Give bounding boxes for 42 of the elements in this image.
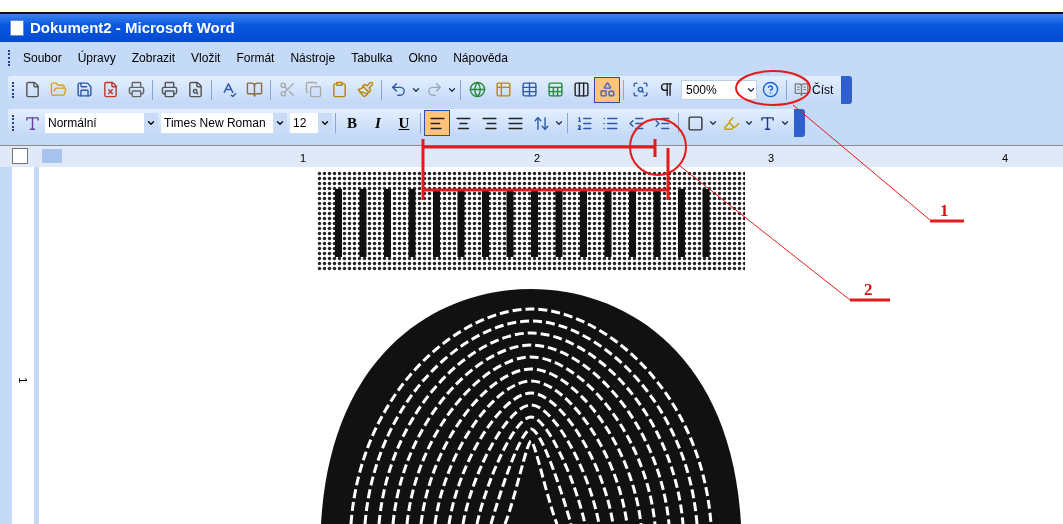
caret-icon[interactable] — [411, 85, 421, 95]
menu-item[interactable]: Zobrazit — [123, 48, 184, 67]
menu-item[interactable]: Formát — [228, 48, 283, 67]
dropdown-button[interactable] — [144, 113, 158, 134]
dropdown-button[interactable] — [273, 113, 287, 134]
menu-item[interactable]: Vložit — [183, 48, 229, 67]
caret-icon[interactable] — [746, 85, 756, 95]
menu-item[interactable]: Tabulka — [343, 48, 401, 67]
menu-item[interactable]: Nápověda — [445, 48, 516, 67]
menu-item[interactable]: Úpravy — [69, 48, 124, 67]
underline-button[interactable]: U — [391, 111, 417, 135]
annotation-label: 1 — [940, 200, 949, 222]
ruler-number: 1 — [16, 377, 31, 384]
label-underline — [850, 298, 890, 302]
window-title: Dokument2 - Microsoft Word — [30, 17, 235, 38]
align-left-icon[interactable] — [424, 110, 450, 137]
menu-item[interactable]: Soubor — [15, 48, 70, 67]
read-button[interactable]: Číst — [790, 81, 838, 99]
caret-icon[interactable] — [447, 85, 457, 95]
label-underline — [930, 219, 964, 223]
font-field[interactable]: Times New Roman — [161, 113, 287, 134]
annotation-label: 2 — [864, 279, 873, 301]
style-field[interactable]: Normální — [45, 113, 158, 134]
shapes-icon[interactable] — [594, 77, 620, 103]
bold-button[interactable]: B — [339, 111, 365, 135]
ruler-number: 2 — [534, 150, 541, 166]
tab-selector-icon[interactable] — [12, 148, 28, 165]
menu-item[interactable]: Nástroje — [282, 48, 344, 67]
toolbar-options-icon[interactable] — [794, 109, 805, 138]
book-icon — [794, 82, 809, 98]
font-size-field[interactable]: 12 — [290, 113, 332, 134]
zoom-field[interactable]: 500% — [681, 80, 757, 100]
document-icon — [10, 20, 24, 37]
ruler-margin — [42, 149, 62, 164]
ruler-number: 3 — [768, 150, 775, 166]
italic-button[interactable]: I — [365, 111, 391, 135]
menu-item[interactable]: Okno — [400, 48, 446, 67]
ruler-number: 4 — [1002, 150, 1009, 166]
highlight-circle — [629, 118, 687, 176]
ruler-number: 1 — [300, 150, 307, 166]
toolbar-options-icon[interactable] — [841, 76, 853, 104]
dropdown-button[interactable] — [318, 113, 332, 134]
